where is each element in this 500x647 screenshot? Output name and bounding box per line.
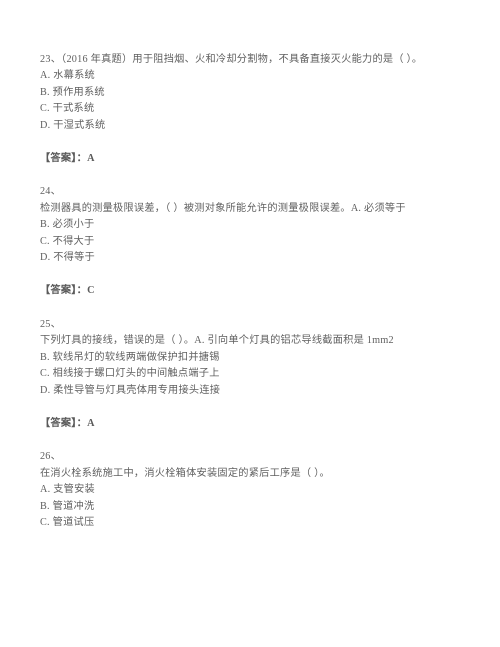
question-24-number: 24、 <box>40 186 61 198</box>
question-23-option-c[interactable]: C. 干式系统 <box>40 101 470 117</box>
question-23-option-a[interactable]: A. 水幕系统 <box>40 68 470 84</box>
question-24-stem: 检测器具的测量极限误差，（ ）被测对象所能允许的测量极限误差。A. 必须等于 <box>40 202 406 214</box>
question-24-option-b[interactable]: B. 必须小于 <box>40 217 470 233</box>
question-block-23: 23、（2016 年真题）用于阻挡烟、火和冷却分割物，不具备直接灭火能力的是（ … <box>40 52 470 134</box>
question-25-option-d[interactable]: D. 柔性导管与灯具壳体用专用接头连接 <box>40 383 470 399</box>
question-23-stem-text: （2016 年真题）用于阻挡烟、火和冷却分割物，不具备直接灭火能力的是（ ）。 <box>61 54 423 65</box>
question-24-option-c[interactable]: C. 不得大于 <box>40 234 470 250</box>
question-24-option-d[interactable]: D. 不得等于 <box>40 250 470 266</box>
document-body: 23、（2016 年真题）用于阻挡烟、火和冷却分割物，不具备直接灭火能力的是（ … <box>40 52 470 531</box>
question-25-option-b[interactable]: B. 软线吊灯的软线两端做保护扣并搪锡 <box>40 350 470 366</box>
question-23-answer: 【答案】：A <box>40 153 95 165</box>
question-26-stem: 在消火栓系统施工中，消火栓箱体安装固定的紧后工序是（ ）。 <box>40 467 330 479</box>
question-25-stem: 下列灯具的接线，错误的是（ ）。A. 引向单个灯具的铝芯导线截面积是 1mm2 <box>40 335 394 347</box>
question-block-26: 26、 在消火栓系统施工中，消火栓箱体安装固定的紧后工序是（ ）。 A. 支管安… <box>40 449 470 531</box>
document-page: 23、（2016 年真题）用于阻挡烟、火和冷却分割物，不具备直接灭火能力的是（ … <box>0 0 500 647</box>
question-23-number: 23、 <box>40 54 62 65</box>
question-26-number: 26、 <box>40 451 61 463</box>
question-25-option-c[interactable]: C. 相线接于螺口灯头的中间触点端子上 <box>40 366 470 382</box>
question-25-answer: 【答案】：A <box>40 417 95 429</box>
question-25-number: 25、 <box>40 318 61 330</box>
question-23-stem: 23、（2016 年真题）用于阻挡烟、火和冷却分割物，不具备直接灭火能力的是（ … <box>40 52 470 68</box>
question-block-24: 24、 检测器具的测量极限误差，（ ）被测对象所能允许的测量极限误差。A. 必须… <box>40 184 470 266</box>
question-23-option-b[interactable]: B. 预作用系统 <box>40 85 470 101</box>
question-23-option-d[interactable]: D. 干湿式系统 <box>40 118 470 134</box>
question-26-option-a[interactable]: A. 支管安装 <box>40 482 470 498</box>
question-block-25: 25、 下列灯具的接线，错误的是（ ）。A. 引向单个灯具的铝芯导线截面积是 1… <box>40 317 470 399</box>
question-24-answer: 【答案】：C <box>40 285 95 297</box>
question-26-option-b[interactable]: B. 管道冲洗 <box>40 499 470 515</box>
question-26-option-c[interactable]: C. 管道试压 <box>40 515 470 531</box>
